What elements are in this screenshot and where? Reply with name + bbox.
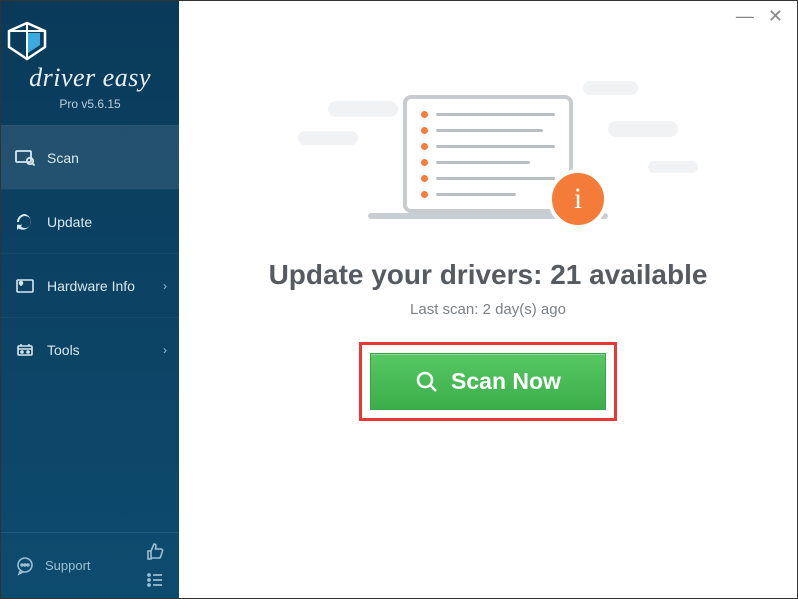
brand-name: driver easy (1, 63, 179, 93)
chevron-right-icon: › (163, 343, 167, 357)
support-button[interactable]: Support (15, 556, 145, 576)
close-button[interactable]: ✕ (768, 7, 783, 25)
chat-icon (15, 556, 35, 576)
support-label: Support (45, 558, 91, 573)
sidebar-item-label: Hardware Info (47, 278, 135, 294)
sidebar-item-tools[interactable]: Tools › (1, 317, 179, 381)
list-icon[interactable] (145, 570, 165, 590)
sidebar: driver easy Pro v5.6.15 Scan (1, 1, 179, 598)
chevron-right-icon: › (163, 279, 167, 293)
main-content: i Update your drivers: 21 available Last… (179, 1, 797, 598)
sidebar-item-scan[interactable]: Scan (1, 125, 179, 189)
version-label: Pro v5.6.15 (1, 97, 179, 111)
headline: Update your drivers: 21 available (269, 259, 708, 291)
svg-text:i: i (20, 281, 21, 286)
scan-now-button[interactable]: Scan Now (370, 353, 606, 410)
minimize-button[interactable]: — (736, 7, 754, 25)
scan-icon (15, 148, 35, 168)
sidebar-item-label: Scan (47, 150, 79, 166)
info-badge-icon: i (548, 169, 608, 229)
app-window: — ✕ driver easy Pro v5.6.15 (0, 0, 798, 599)
logo-area: driver easy Pro v5.6.15 (1, 1, 179, 125)
nav: Scan Update i Hardware (1, 125, 179, 381)
titlebar: — ✕ (722, 1, 797, 31)
sidebar-item-update[interactable]: Update (1, 189, 179, 253)
thumbs-up-icon[interactable] (145, 542, 165, 562)
scan-highlight-annotation: Scan Now (359, 342, 617, 421)
sidebar-item-hardware-info[interactable]: i Hardware Info › (1, 253, 179, 317)
sidebar-footer: Support (1, 532, 179, 598)
last-scan-label: Last scan: 2 day(s) ago (410, 301, 566, 318)
update-icon (15, 212, 35, 232)
sidebar-item-label: Tools (47, 342, 80, 358)
logo-icon (1, 19, 53, 63)
sidebar-item-label: Update (47, 214, 92, 230)
tools-icon (15, 340, 35, 360)
search-icon (415, 370, 439, 394)
hardware-info-icon: i (15, 276, 35, 296)
illustration: i (348, 71, 628, 231)
scan-button-label: Scan Now (451, 368, 561, 395)
